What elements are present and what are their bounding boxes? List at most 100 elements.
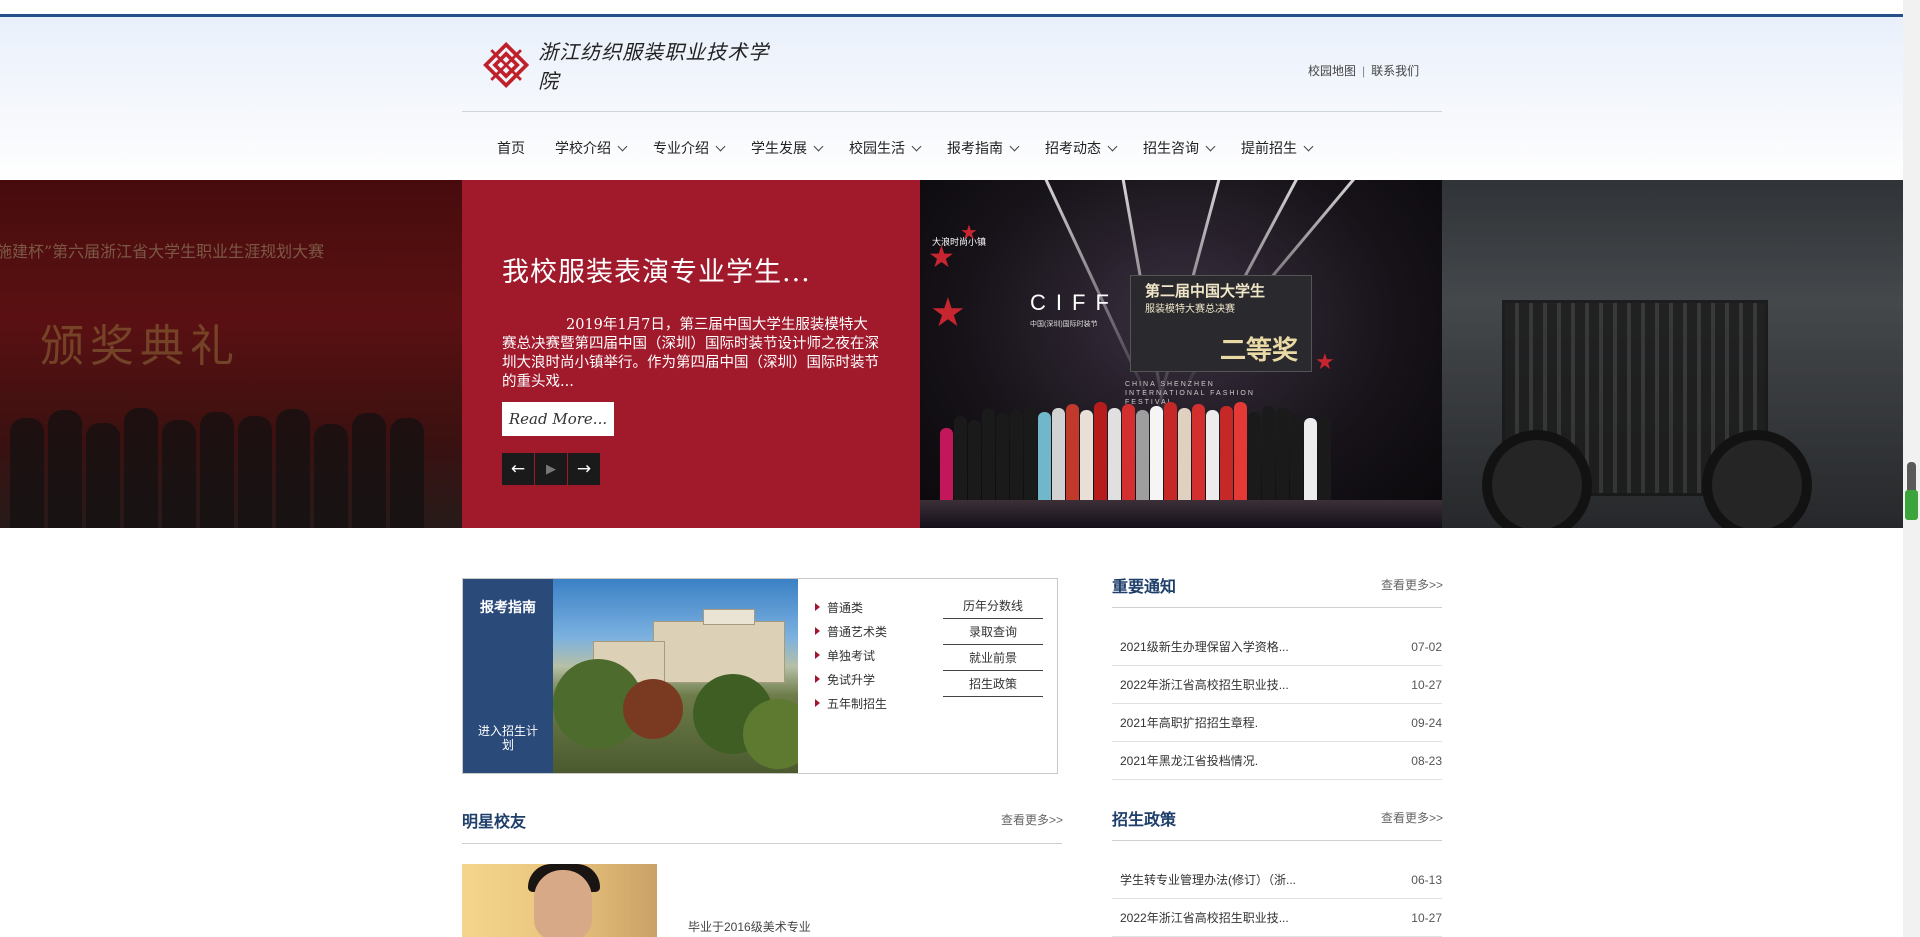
chevron-down-icon — [1303, 141, 1314, 151]
enter-enrollment-plan-link[interactable]: 进入招生计划 — [477, 724, 539, 752]
news-title: 2021级新生办理保留入学资格... — [1120, 640, 1289, 654]
policy-title: 招生政策 — [1112, 812, 1177, 829]
guide-item-exam-free[interactable]: 免试升学 — [815, 667, 887, 691]
list-item[interactable]: 学生转专业管理办法(修订）（浙... 06-13 — [1112, 861, 1442, 899]
link-admission-query[interactable]: 录取查询 — [943, 619, 1043, 645]
policy-more-link[interactable]: 查看更多>> — [1381, 809, 1443, 826]
nav-admission-news[interactable]: 招考动态 — [1045, 124, 1118, 172]
chevron-down-icon — [1009, 141, 1020, 151]
arrow-right-icon[interactable]: → — [568, 453, 600, 485]
news-title: 学生转专业管理办法(修订）（浙... — [1120, 873, 1296, 887]
star-icon: ★ — [928, 240, 955, 275]
guide-side-panel: 报考指南 进入招生计划 — [463, 579, 553, 773]
chevron-down-icon — [1205, 141, 1216, 151]
scrollbar-indicator — [1905, 490, 1918, 520]
alumni-more-link[interactable]: 查看更多>> — [1001, 811, 1063, 828]
chevron-down-icon — [617, 141, 628, 151]
guide-item-label: 免试升学 — [827, 672, 876, 687]
bullet-triangle-icon — [815, 675, 820, 683]
alumni-caption: 毕业于2016级美术专业 — [688, 920, 811, 934]
main-nav: 首页 学校介绍 专业介绍 学生发展 校园生活 报考指南 招考动态 招生咨询 提前… — [462, 124, 1314, 172]
news-title: 2021年黑龙江省投档情况. — [1120, 754, 1259, 768]
slide-summary: 2019年1月7日，第三届中国大学生服装模特大赛总决赛暨第四届中国（深圳）国际时… — [502, 317, 879, 390]
link-admission-policy[interactable]: 招生政策 — [943, 671, 1043, 697]
star-icon: ★ — [960, 220, 978, 244]
nav-label: 提前招生 — [1241, 140, 1297, 156]
nav-major-intro[interactable]: 专业介绍 — [653, 124, 726, 172]
campus-map-link[interactable]: 校园地图 — [1308, 62, 1356, 79]
stage-floor — [920, 500, 1442, 528]
guide-item-five-year[interactable]: 五年制招生 — [815, 691, 887, 715]
list-item[interactable]: 2021年黑龙江省投档情况. 08-23 — [1112, 742, 1442, 780]
read-more-button[interactable]: Read More... — [502, 402, 614, 436]
policy-list: 学生转专业管理办法(修订）（浙... 06-13 2022年浙江省高校招生职业技.… — [1112, 861, 1442, 937]
page-scrollbar[interactable] — [1903, 0, 1920, 937]
guide-title: 报考指南 — [480, 599, 536, 615]
stage-ciff-text: CIFF — [1030, 290, 1119, 315]
arrow-left-icon[interactable]: ← — [502, 453, 534, 485]
slide-title[interactable]: 我校服装表演专业学生... — [502, 250, 811, 289]
news-date: 09-24 — [1411, 715, 1442, 730]
alumni-title: 明星校友 — [462, 814, 527, 831]
application-guide-box: 报考指南 进入招生计划 普通类 普通艺术类 单独考试 免试升学 五年制招生 历年… — [462, 578, 1058, 774]
star-icon: ★ — [930, 290, 966, 336]
bullet-triangle-icon — [815, 627, 820, 635]
link-employment[interactable]: 就业前景 — [943, 645, 1043, 671]
nav-early-admission[interactable]: 提前招生 — [1241, 124, 1314, 172]
guide-quick-links: 历年分数线 录取查询 就业前景 招生政策 — [943, 593, 1043, 697]
guide-item-label: 普通艺术类 — [827, 624, 888, 639]
nav-label: 校园生活 — [849, 140, 905, 156]
chevron-down-icon — [715, 141, 726, 151]
guide-item-label: 单独考试 — [827, 648, 876, 663]
notices-more-link[interactable]: 查看更多>> — [1381, 576, 1443, 593]
hero-slider: 德施建杯”第六届浙江省大学生职业生涯规划大赛 颁奖典礼 我校服装表演专业学生..… — [0, 180, 1903, 528]
nav-home[interactable]: 首页 — [497, 124, 525, 172]
news-date: 06-13 — [1411, 872, 1442, 887]
nav-student-dev[interactable]: 学生发展 — [751, 124, 824, 172]
play-icon[interactable]: ▶ — [535, 453, 567, 485]
logo-emblem-icon — [483, 41, 530, 89]
list-item[interactable]: 2022年浙江省高校招生职业技... 10-27 — [1112, 899, 1442, 937]
nav-label: 首页 — [497, 140, 525, 156]
nav-label: 招考动态 — [1045, 140, 1101, 156]
school-logo[interactable]: 浙江纺织服装职业技术学院 — [482, 40, 772, 93]
list-item[interactable]: 2021级新生办理保留入学资格... 07-02 — [1112, 628, 1442, 666]
nav-admission-consult[interactable]: 招生咨询 — [1143, 124, 1216, 172]
list-item[interactable]: 2021年高职扩招招生章程. 09-24 — [1112, 704, 1442, 742]
stage-ciff-sub: 中国(深圳)国际时装节 — [1030, 321, 1098, 328]
guide-item-single-exam[interactable]: 单独考试 — [815, 643, 887, 667]
top-links: 校园地图 | 联系我们 — [1308, 62, 1419, 79]
chevron-down-icon — [911, 141, 922, 151]
nav-campus-life[interactable]: 校园生活 — [849, 124, 922, 172]
link-separator: | — [1362, 63, 1366, 78]
slide-current-image[interactable]: 大浪时尚小镇 ★ ★ ★ ★ CIFF 中国(深圳)国际时装节 第二届中国大学生… — [920, 180, 1442, 528]
notices-divider — [1112, 607, 1442, 608]
link-past-scores[interactable]: 历年分数线 — [943, 593, 1043, 619]
nav-label: 学校介绍 — [555, 140, 611, 156]
news-date: 08-23 — [1411, 753, 1442, 768]
star-icon: ★ — [1315, 350, 1335, 375]
nav-divider — [462, 111, 1442, 112]
list-item[interactable]: 2022年浙江省高校招生职业技... 10-27 — [1112, 666, 1442, 704]
alumni-photo[interactable] — [462, 864, 657, 937]
nav-label: 报考指南 — [947, 140, 1003, 156]
news-date: 10-27 — [1411, 677, 1442, 692]
nav-application-guide[interactable]: 报考指南 — [947, 124, 1020, 172]
slide-prev-dim-overlay — [0, 180, 462, 528]
news-title: 2021年高职扩招招生章程. — [1120, 716, 1259, 730]
slide-next-dim-overlay — [1442, 180, 1903, 528]
contact-us-link[interactable]: 联系我们 — [1371, 62, 1419, 79]
news-title: 2022年浙江省高校招生职业技... — [1120, 678, 1289, 692]
nav-school-intro[interactable]: 学校介绍 — [555, 124, 628, 172]
school-name: 浙江纺织服装职业技术学院 — [538, 40, 770, 93]
guide-item-art[interactable]: 普通艺术类 — [815, 619, 887, 643]
notices-list: 2021级新生办理保留入学资格... 07-02 2022年浙江省高校招生职业技.… — [1112, 628, 1442, 780]
chevron-down-icon — [813, 141, 824, 151]
stage-award-text: 二等奖 — [1220, 336, 1299, 365]
campus-photo — [553, 579, 798, 773]
bullet-triangle-icon — [815, 699, 820, 707]
bullet-triangle-icon — [815, 651, 820, 659]
guide-item-general[interactable]: 普通类 — [815, 595, 887, 619]
nav-label: 学生发展 — [751, 140, 807, 156]
alumni-face — [534, 870, 592, 937]
